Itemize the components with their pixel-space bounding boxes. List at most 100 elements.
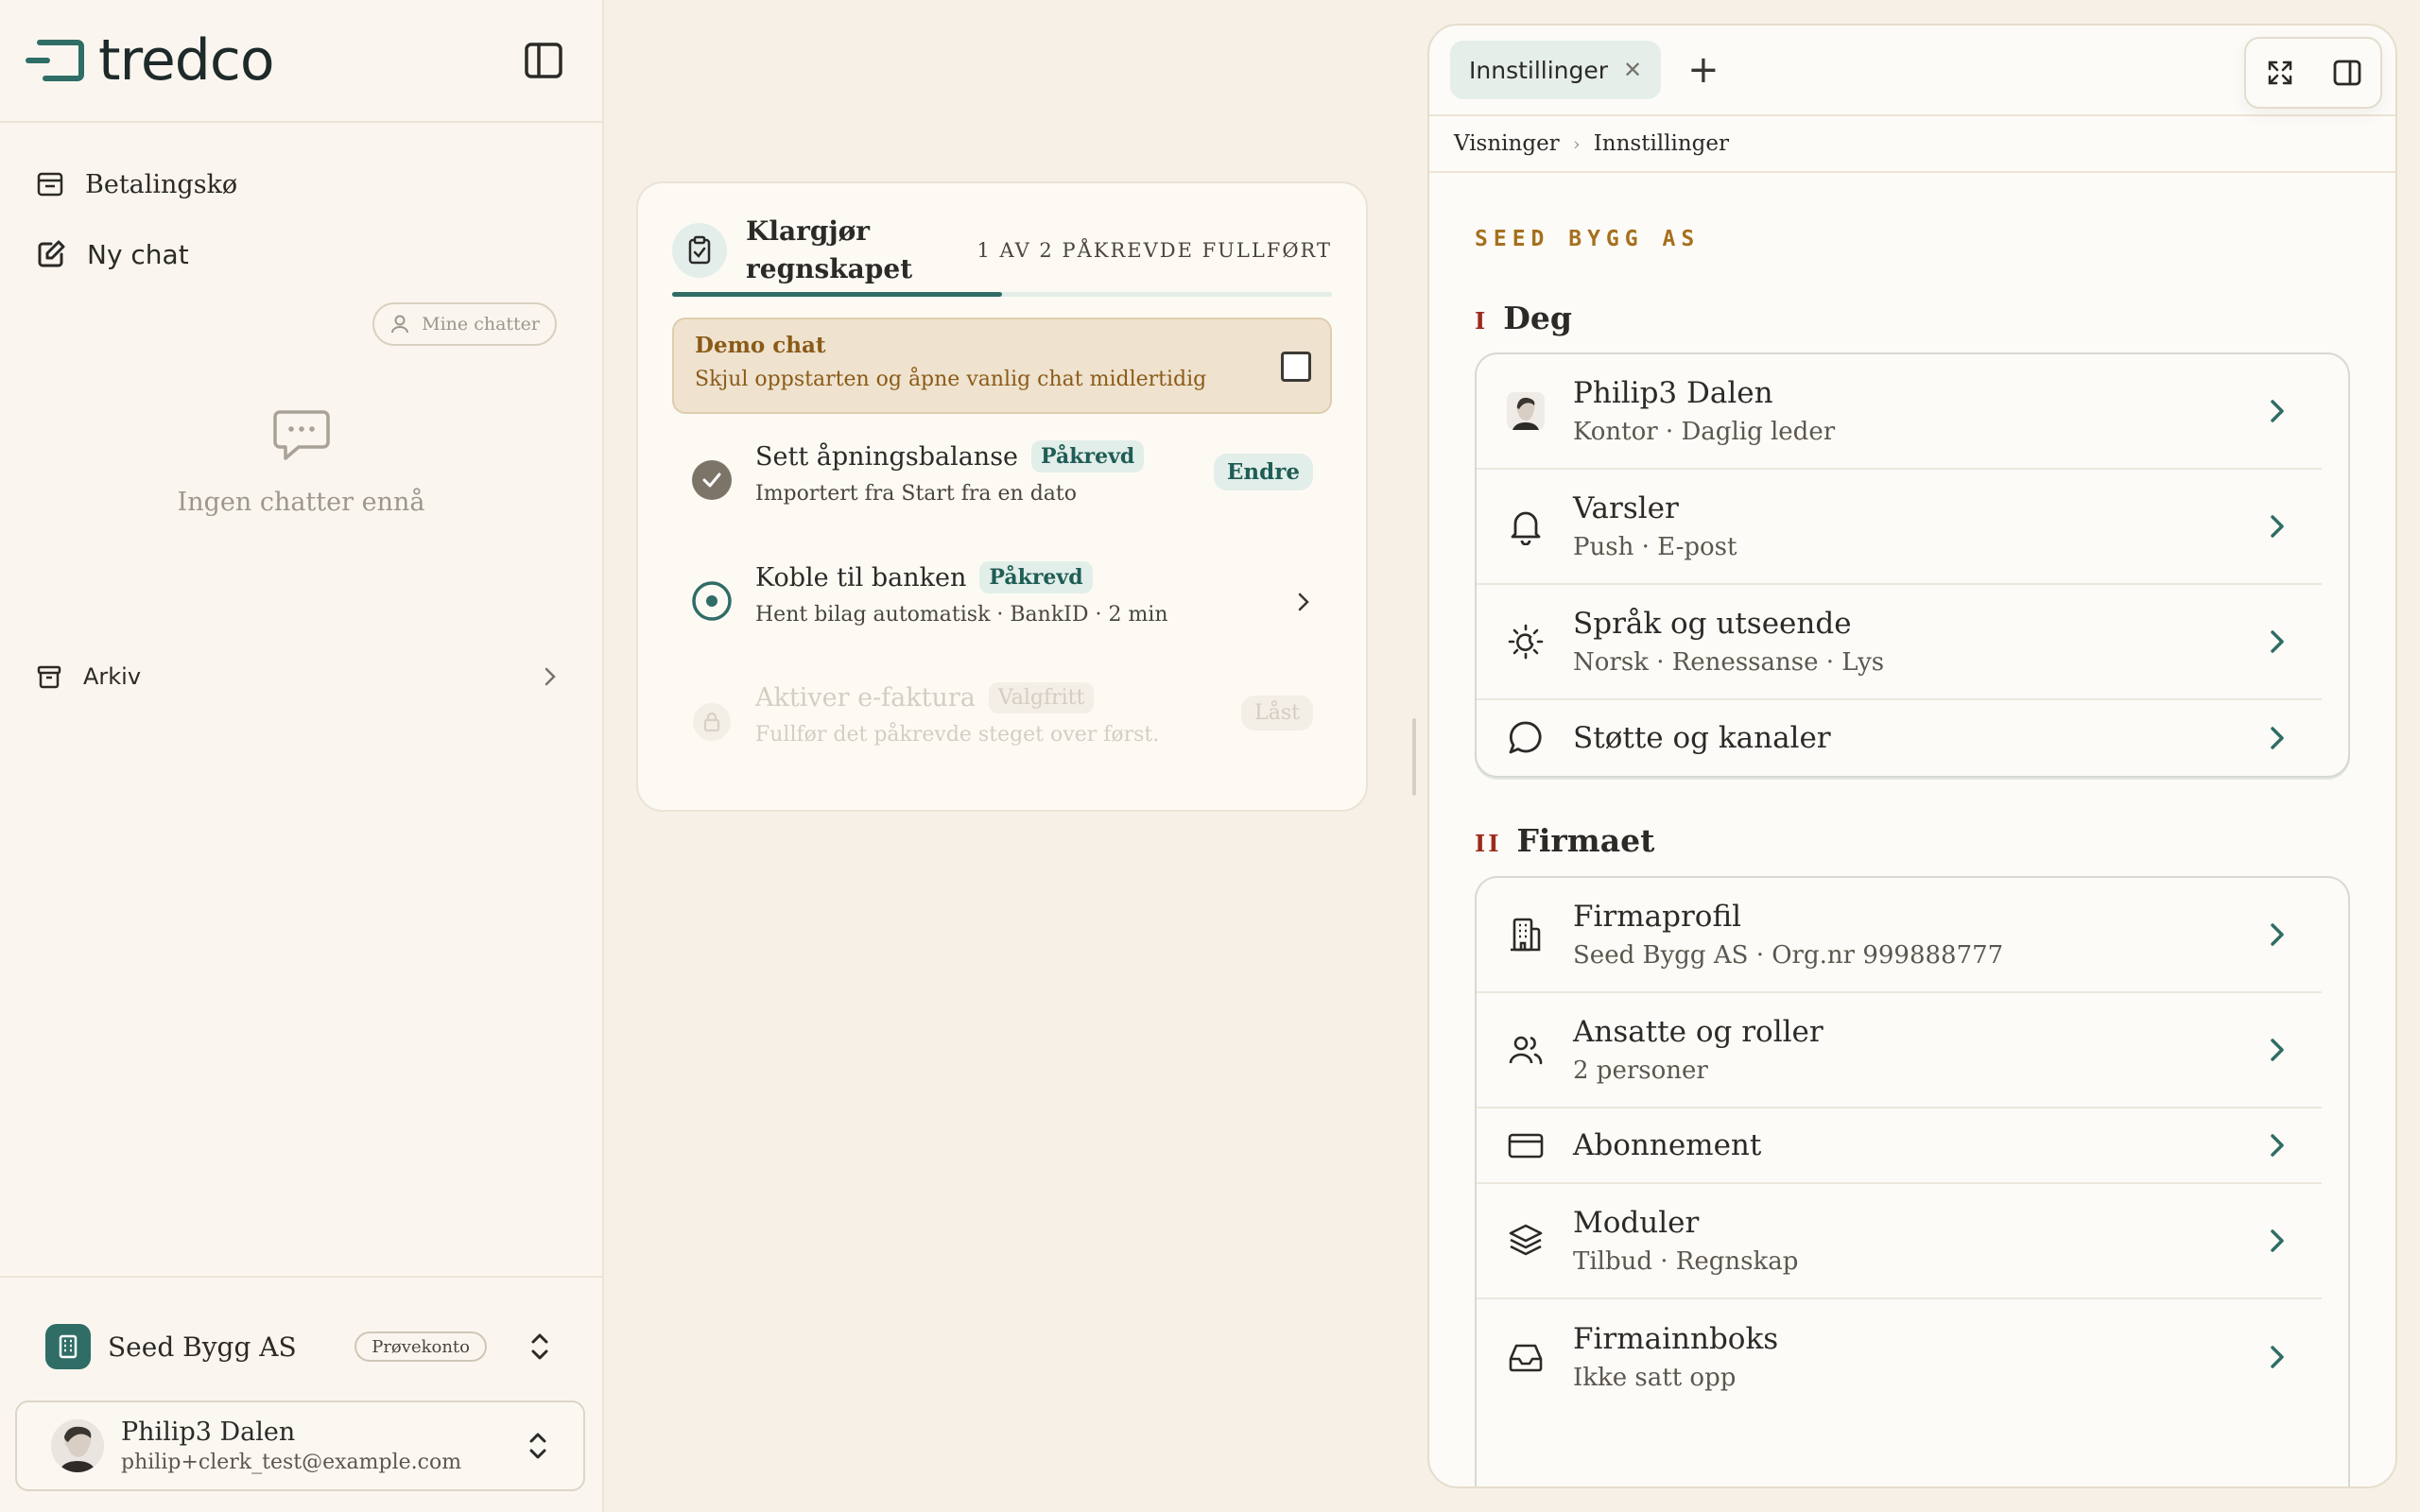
section-title: Deg xyxy=(1503,300,1572,336)
required-badge: Påkrevd xyxy=(979,561,1093,593)
close-icon[interactable]: ✕ xyxy=(1623,57,1642,83)
demo-chat-banner[interactable]: Demo chat Skjul oppstarten og åpne vanli… xyxy=(672,318,1332,414)
sidebar-item-archive[interactable]: Arkiv xyxy=(36,658,559,696)
resize-handle[interactable] xyxy=(1412,718,1416,796)
settings-group-company: Firmaprofil Seed Bygg AS · Org.nr 999888… xyxy=(1475,876,2350,1486)
locked-badge: Låst xyxy=(1241,696,1313,730)
step-subtitle: Hent bilag automatisk · BankID · 2 min xyxy=(755,603,1168,627)
user-avatar xyxy=(51,1419,104,1472)
breadcrumb-separator-icon: › xyxy=(1572,132,1581,155)
add-tab-button[interactable]: + xyxy=(1687,51,1720,89)
my-chats-filter[interactable]: Mine chatter xyxy=(372,302,557,346)
chevron-right-icon xyxy=(2271,1039,2284,1061)
optional-badge: Valgfritt xyxy=(988,682,1095,713)
chat-empty-state: Ingen chatter ennå xyxy=(0,408,602,517)
sun-moon-icon xyxy=(1505,621,1547,662)
org-label: SEED BYGG AS xyxy=(1475,227,1701,251)
sidebar-item-payment-queue[interactable]: Betalingskø xyxy=(36,149,566,219)
chevron-right-icon xyxy=(2271,400,2284,422)
my-chats-row: Mine chatter xyxy=(0,289,602,346)
step-opening-balance[interactable]: Sett åpningsbalanse Påkrevd Importert fr… xyxy=(691,440,1313,525)
row-title: Firmainnboks xyxy=(1573,1322,1779,1356)
settings-row-support[interactable]: Støtte og kanaler xyxy=(1477,700,2322,776)
archive-label: Arkiv xyxy=(83,663,142,690)
split-panel-icon[interactable] xyxy=(2332,58,2362,88)
step-e-invoice: Aktiver e-faktura Valgfritt Fullfør det … xyxy=(691,682,1313,767)
company-name: Seed Bygg AS xyxy=(108,1331,297,1363)
onboarding-title: Klargjør regnskapet xyxy=(746,215,913,284)
breadcrumb-item-current: Innstillinger xyxy=(1593,131,1730,156)
building-icon xyxy=(1505,914,1547,955)
step-title: Koble til banken xyxy=(755,562,967,593)
settings-row-modules[interactable]: Moduler Tilbud · Regnskap xyxy=(1477,1184,2322,1299)
sidebar-item-label: Ny chat xyxy=(87,238,189,270)
row-title: Språk og utseende xyxy=(1573,607,1852,641)
demo-chat-checkbox[interactable] xyxy=(1281,352,1311,382)
settings-row-profile[interactable]: Philip3 Dalen Kontor · Daglig leder xyxy=(1477,354,2322,470)
onboarding-progress-text: 1 AV 2 PÅKREVDE FULLFØRT xyxy=(977,239,1332,262)
sidebar-item-label: Betalingskø xyxy=(85,169,238,199)
settings-row-company-profile[interactable]: Firmaprofil Seed Bygg AS · Org.nr 999888… xyxy=(1477,878,2322,993)
user-info: Philip3 Dalen philip+clerk_test@example.… xyxy=(121,1418,461,1474)
chevron-right-icon xyxy=(2271,1229,2284,1252)
row-subtitle: Ikke satt opp xyxy=(1573,1364,1737,1392)
settings-panel: Innstillinger ✕ + Visninger › Innstillin… xyxy=(1427,24,2397,1488)
step-connect-bank[interactable]: Koble til banken Påkrevd Hent bilag auto… xyxy=(691,561,1313,646)
settings-row-notifications[interactable]: Varsler Push · E-post xyxy=(1477,470,2322,585)
breadcrumb: Visninger › Innstillinger xyxy=(1429,116,2395,173)
avatar-icon xyxy=(1505,390,1547,432)
lock-icon xyxy=(691,701,733,743)
chevron-right-icon xyxy=(2271,1346,2284,1368)
demo-chat-subtitle: Skjul oppstarten og åpne vanlig chat mid… xyxy=(695,368,1207,391)
chevron-right-icon xyxy=(2271,1134,2284,1157)
brand-name: tredco xyxy=(98,27,275,94)
brand-row: tredco xyxy=(0,0,602,123)
settings-row-employees-roles[interactable]: Ansatte og roller 2 personer xyxy=(1477,993,2322,1108)
chat-bubble-icon xyxy=(272,410,330,460)
breadcrumb-item[interactable]: Visninger xyxy=(1454,131,1560,156)
row-subtitle: Kontor · Daglig leder xyxy=(1573,418,1836,446)
users-icon xyxy=(1505,1029,1547,1071)
user-switcher[interactable]: Philip3 Dalen philip+clerk_test@example.… xyxy=(15,1400,585,1491)
section-numeral: II xyxy=(1475,830,1502,857)
step-text: Aktiver e-faktura Valgfritt Fullfør det … xyxy=(755,682,1159,747)
empty-state-text: Ingen chatter ennå xyxy=(177,488,425,517)
onboarding-card: Klargjør regnskapet 1 AV 2 PÅKREVDE FULL… xyxy=(636,181,1368,812)
row-title: Varsler xyxy=(1573,491,1679,525)
tredco-logo-icon xyxy=(26,40,84,81)
chevron-right-icon xyxy=(2271,923,2284,946)
edit-icon xyxy=(38,240,65,267)
layers-icon xyxy=(1505,1220,1547,1262)
company-switcher[interactable]: Seed Bygg AS Prøvekonto xyxy=(45,1320,557,1373)
sidebar-item-new-chat[interactable]: Ny chat xyxy=(36,219,566,289)
chevron-right-icon xyxy=(2271,515,2284,538)
step-subtitle: Importert fra Start fra en dato xyxy=(755,482,1077,506)
row-title: Abonnement xyxy=(1573,1128,1762,1162)
tab-settings[interactable]: Innstillinger ✕ xyxy=(1450,41,1662,99)
onboarding-header: Klargjør regnskapet 1 AV 2 PÅKREVDE FULL… xyxy=(672,212,1332,289)
step-title: Sett åpningsbalanse xyxy=(755,441,1019,472)
user-name: Philip3 Dalen xyxy=(121,1418,296,1447)
user-email: philip+clerk_test@example.com xyxy=(121,1451,462,1474)
panel-controls xyxy=(2244,37,2382,109)
sidebar-footer: Seed Bygg AS Prøvekonto Philip3 Dalen ph… xyxy=(0,1276,602,1512)
tab-label: Innstillinger xyxy=(1469,56,1609,84)
settings-group-you: Philip3 Dalen Kontor · Daglig leder Vars… xyxy=(1475,352,2350,778)
tab-bar: Innstillinger ✕ + xyxy=(1429,26,2395,116)
chevron-up-down-icon xyxy=(523,1330,557,1364)
row-title: Firmaprofil xyxy=(1573,900,1742,934)
sidebar-nav: Betalingskø Ny chat xyxy=(0,123,602,289)
my-chats-label: Mine chatter xyxy=(422,314,540,335)
onboarding-progress-fill xyxy=(672,292,1002,297)
onboarding-progress-bar xyxy=(672,292,1332,297)
expand-icon[interactable] xyxy=(2265,58,2295,88)
edit-step-button[interactable]: Endre xyxy=(1213,454,1313,490)
logo[interactable]: tredco xyxy=(23,27,275,94)
row-title: Støtte og kanaler xyxy=(1573,721,1831,755)
section-numeral: I xyxy=(1475,307,1489,335)
settings-row-subscription[interactable]: Abonnement xyxy=(1477,1108,2322,1184)
chevron-right-icon[interactable] xyxy=(1294,590,1313,614)
settings-row-language-appearance[interactable]: Språk og utseende Norsk · Renessanse · L… xyxy=(1477,585,2322,700)
sidebar-toggle-button[interactable] xyxy=(521,38,566,83)
settings-row-company-inbox[interactable]: Firmainnboks Ikke satt opp xyxy=(1477,1299,2322,1415)
